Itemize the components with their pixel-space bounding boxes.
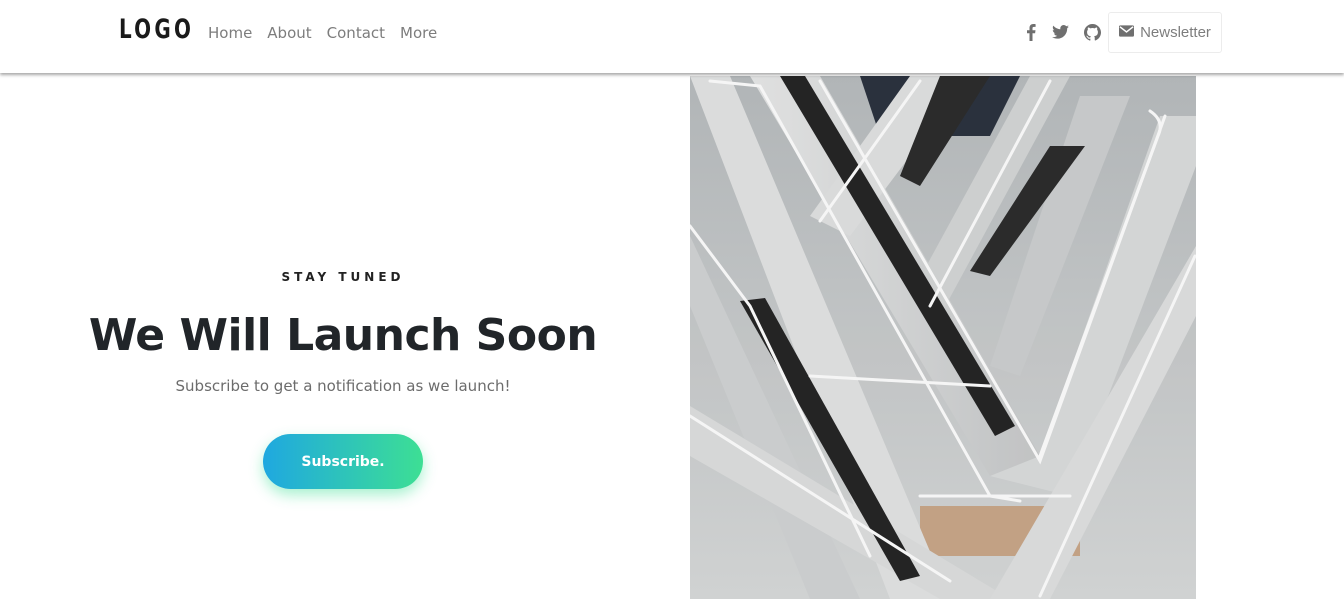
twitter-icon[interactable] (1050, 22, 1070, 42)
nav-link-contact[interactable]: Contact (327, 24, 385, 42)
subscribe-button[interactable]: Subscribe. (263, 434, 423, 489)
facebook-icon[interactable] (1021, 22, 1041, 42)
navbar: LOGO Home About Contact More Newsletter (0, 0, 1344, 73)
hero-subtitle: Subscribe to get a notification as we la… (175, 377, 511, 395)
nav-link-more[interactable]: More (400, 24, 437, 42)
newsletter-button[interactable]: Newsletter (1108, 12, 1222, 53)
logo[interactable]: LOGO (119, 14, 194, 45)
hero-image (690, 76, 1196, 599)
hero-eyebrow: STAY TUNED (281, 270, 405, 284)
main-nav: Home About Contact More (208, 24, 437, 42)
newsletter-label: Newsletter (1140, 24, 1211, 41)
hero-title: We Will Launch Soon (88, 310, 598, 361)
github-icon[interactable] (1082, 22, 1102, 42)
nav-link-about[interactable]: About (267, 24, 311, 42)
envelope-icon (1119, 24, 1135, 41)
nav-link-home[interactable]: Home (208, 24, 252, 42)
